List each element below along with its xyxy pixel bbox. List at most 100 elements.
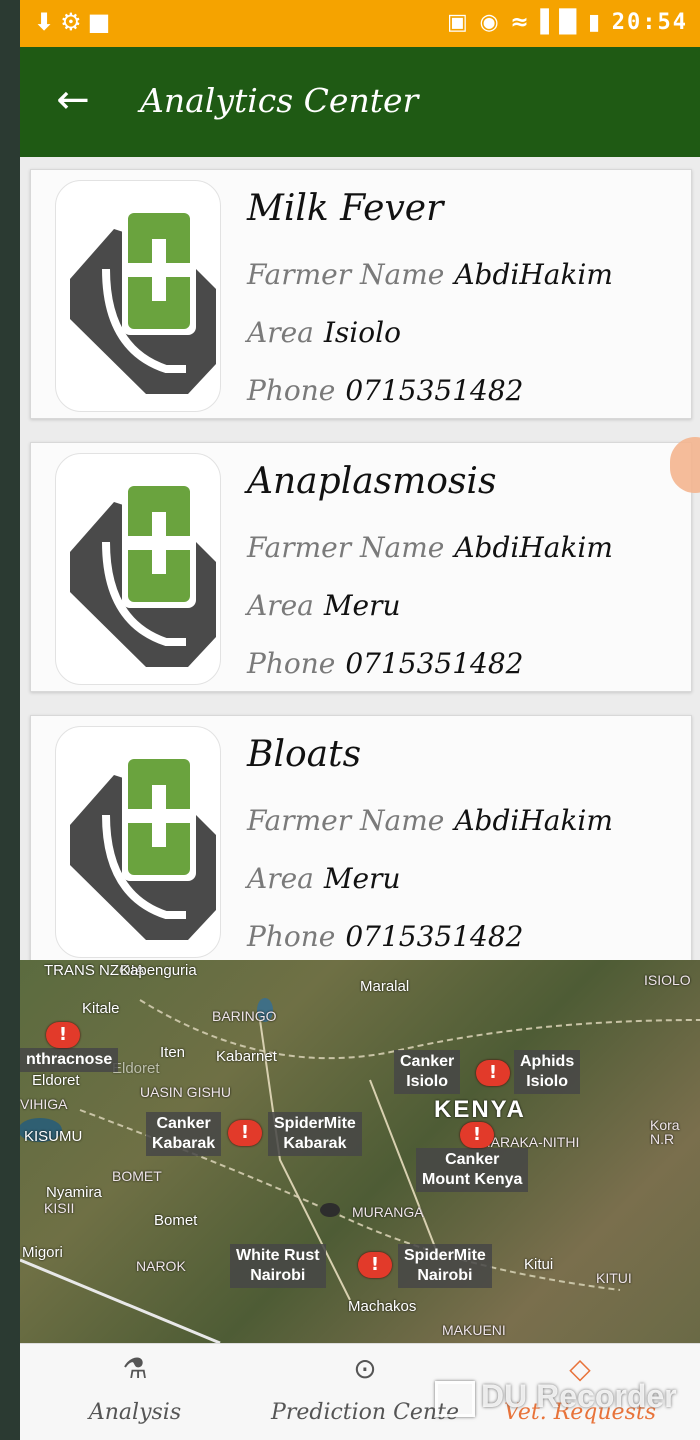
map-place-label: Kapenguria [120,962,197,979]
map-place-label: Kabarnet [216,1048,277,1065]
map-callout[interactable]: Aphids Isiolo [514,1050,581,1094]
report-list[interactable]: Milk Fever Farmer Name AbdiHakim Area Isio… [20,157,700,960]
medical-app-icon [55,453,221,685]
lightbulb-icon: ⊙ [353,1352,377,1385]
disease-name: Milk Fever [247,188,444,229]
map-place-label: KISUMU [24,1128,83,1145]
report-card[interactable]: Milk Fever Farmer Name AbdiHakim Area Isio… [30,169,692,419]
farmer-label: Farmer Name [247,531,445,564]
area-value: Meru [323,589,401,622]
callout-area: Mount Kenya [422,1171,523,1188]
farmer-value: AbdiHakim [454,804,613,837]
map-callout[interactable]: nthracnose [20,1048,119,1072]
map-place-label: Migori [22,1244,63,1261]
back-arrow-icon[interactable]: ← [48,75,98,125]
cast-icon: ▣ [447,10,470,35]
alarm-icon: ◉ [479,10,501,35]
disease-name: Bloats [247,734,362,775]
map-place-label: BARINGO [212,1008,277,1024]
callout-disease: Canker [400,1053,455,1070]
area-value: Isiolo [323,316,401,349]
map-callout[interactable]: SpiderMite Nairobi [398,1244,492,1288]
notification-icons: ⬇⚙■ [34,8,116,36]
phone-row: Phone 0715351482 [247,374,524,407]
map-place-label: Eldoret [32,1072,80,1089]
farmer-label: Farmer Name [247,258,445,291]
area-label: Area [247,589,314,622]
alert-marker-icon[interactable]: ! [358,1252,392,1278]
area-row: Area Meru [247,862,401,895]
report-card[interactable]: Bloats Farmer Name AbdiHakim Area Meru Pho… [30,715,692,960]
clock: 20:54 [611,10,688,35]
flask-icon: ⚗ [122,1352,148,1385]
medical-app-icon [55,180,221,412]
callout-disease: SpiderMite [274,1115,356,1132]
map-callout[interactable]: Canker Kabarak [146,1112,222,1156]
nav-prediction-center[interactable]: ⊙ Prediction Cente [270,1344,460,1440]
map-callout[interactable]: White Rust Nairobi [230,1244,326,1288]
map-place-label: BOMET [112,1168,162,1184]
area-value: Meru [323,862,401,895]
callout-disease: Aphids [520,1053,575,1070]
map-country-label: KENYA [434,1096,526,1123]
medical-app-icon [55,726,221,958]
map-place-label: ISIOLO [644,972,691,988]
app-notification-icon: ⚙ [60,8,88,36]
callout-area: Isiolo [406,1073,449,1090]
area-label: Area [247,316,314,349]
callout-area: Nairobi [250,1267,306,1284]
page-title: Analytics Center [140,81,419,120]
watermark-text: DU Recorder [481,1378,677,1414]
map-place-label: MAKUENI [442,1322,506,1338]
map-place-label: Kitale [82,1000,120,1017]
alert-marker-icon[interactable]: ! [228,1120,262,1146]
map-place-label: KISII [44,1200,75,1216]
farmer-row: Farmer Name AbdiHakim [247,258,613,291]
download-icon: ⬇ [34,8,61,36]
farmer-label: Farmer Name [247,804,445,837]
map-place-label: Kora N.R [650,1117,680,1147]
battery-icon: ▮ [587,10,603,35]
map-callout[interactable]: SpiderMite Kabarak [268,1112,362,1156]
alert-marker-icon[interactable]: ! [476,1060,510,1086]
phone-row: Phone 0715351482 [247,647,524,680]
app-bar: ← Analytics Center [20,47,700,157]
nav-label: Prediction Cente [271,1400,459,1425]
callout-disease: nthracnose [26,1051,113,1068]
map-place-label: UASIN GISHU [140,1084,232,1100]
wifi-icon: ≈ [510,10,531,35]
map-place-label: Eldoret [112,1060,160,1077]
app-screen: ⬇⚙■ ▣ ◉ ≈ ▌█ ▮ 20:54 ← Analytics Center [20,0,700,1440]
status-bar: ⬇⚙■ ▣ ◉ ≈ ▌█ ▮ 20:54 [20,0,700,47]
map-place-label: Nyamira [46,1184,102,1201]
callout-area: Nairobi [417,1267,473,1284]
phone-label: Phone [247,647,336,680]
phone-value: 0715351482 [345,647,524,680]
system-icons: ▣ ◉ ≈ ▌█ ▮ 20:54 [447,10,688,35]
alert-marker-icon[interactable]: ! [46,1022,80,1048]
callout-disease: Canker [156,1115,211,1132]
map-callout[interactable]: Canker Mount Kenya [416,1148,529,1192]
disease-map[interactable]: TRANS NZOIA Kapenguria Kitale Maralal IS… [20,960,700,1343]
phone-value: 0715351482 [345,374,524,407]
phone-label: Phone [247,920,336,953]
callout-disease: Canker [445,1151,500,1168]
map-place-label: Maralal [360,978,410,995]
message-icon: ■ [87,8,117,36]
phone-value: 0715351482 [345,920,524,953]
map-place-label: NAROK [136,1258,186,1274]
callout-area: Kabarak [283,1135,347,1152]
map-place-label: VIHIGA [20,1096,68,1112]
alert-marker-icon[interactable]: ! [460,1122,494,1148]
farmer-row: Farmer Name AbdiHakim [247,804,613,837]
map-place-label: Machakos [348,1298,417,1315]
map-callout[interactable]: Canker Isiolo [394,1050,461,1094]
signal-icon: ▌█ [540,10,579,35]
nav-analysis[interactable]: ⚗ Analysis [60,1344,210,1440]
farmer-value: AbdiHakim [454,258,613,291]
report-card[interactable]: Anaplasmosis Farmer Name AbdiHakim Area Me… [30,442,692,692]
area-row: Area Meru [247,589,401,622]
callout-area: Isiolo [526,1073,568,1090]
callout-disease: SpiderMite [404,1247,486,1264]
callout-area: Kabarak [152,1135,216,1152]
